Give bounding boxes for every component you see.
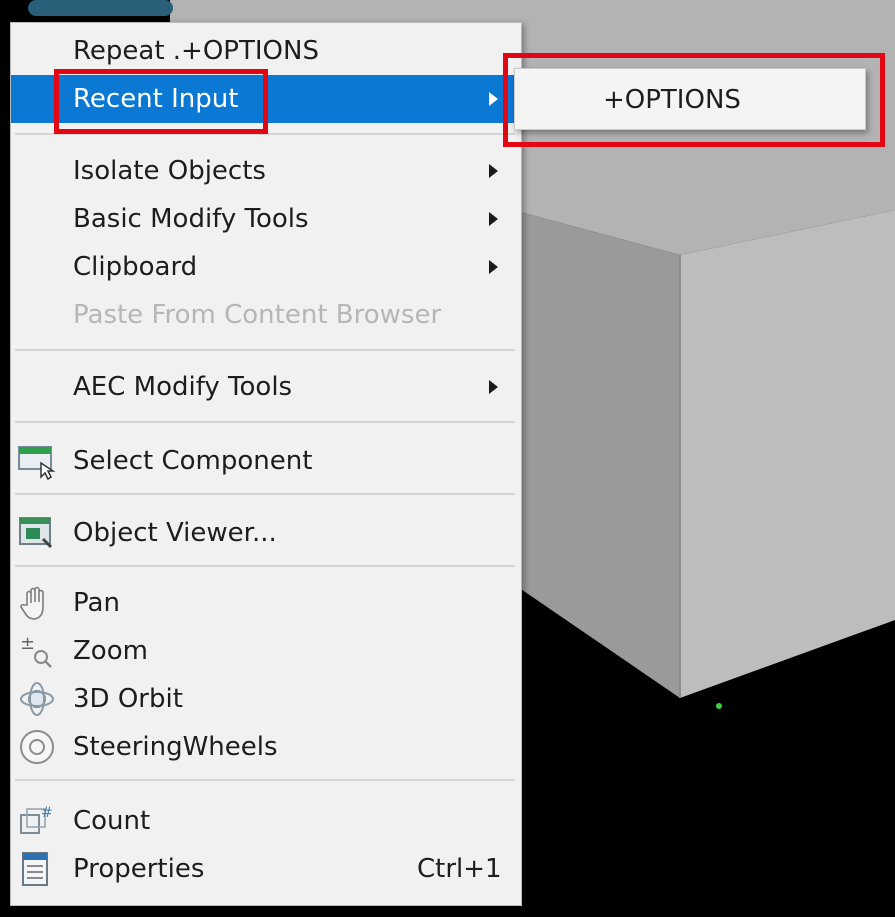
- select-component-icon: [17, 441, 57, 481]
- orbit-icon: [17, 679, 57, 719]
- menu-separator: [15, 493, 515, 495]
- properties-icon: [17, 849, 57, 889]
- menu-item-repeat-label: Repeat .+OPTIONS: [73, 36, 319, 66]
- annotation-highlight-box: [503, 53, 885, 147]
- menu-item-isolate-objects-label: Isolate Objects: [73, 156, 266, 186]
- submenu-arrow-icon: [489, 212, 498, 226]
- menu-separator: [15, 565, 515, 567]
- menu-item-isolate-objects[interactable]: Isolate Objects: [11, 147, 521, 195]
- zoom-icon: ±: [17, 631, 57, 671]
- annotation-highlight-box: [54, 69, 268, 134]
- context-menu: Repeat .+OPTIONS Recent Input Isolate Ob…: [10, 22, 522, 906]
- svg-text:±: ±: [20, 633, 35, 654]
- svg-text:#: #: [41, 805, 53, 821]
- menu-item-count-label: Count: [73, 806, 151, 836]
- menu-item-steering-wheels[interactable]: SteeringWheels: [11, 723, 521, 771]
- menu-separator: [15, 421, 515, 423]
- menu-item-aec-modify-tools[interactable]: AEC Modify Tools: [11, 363, 521, 411]
- menu-item-clipboard[interactable]: Clipboard: [11, 243, 521, 291]
- menu-item-paste-from-content-browser: Paste From Content Browser: [11, 291, 521, 339]
- hand-pan-icon: [17, 583, 57, 623]
- menu-item-select-component[interactable]: Select Component: [11, 437, 521, 485]
- menu-item-zoom-label: Zoom: [73, 636, 148, 666]
- menu-item-properties-label: Properties: [73, 854, 205, 884]
- menu-separator: [15, 349, 515, 351]
- menu-item-repeat[interactable]: Repeat .+OPTIONS: [11, 27, 521, 75]
- menu-item-clipboard-label: Clipboard: [73, 252, 198, 282]
- submenu-arrow-icon: [489, 92, 498, 106]
- menu-item-basic-modify-tools[interactable]: Basic Modify Tools: [11, 195, 521, 243]
- menu-item-basic-modify-tools-label: Basic Modify Tools: [73, 204, 309, 234]
- submenu-arrow-icon: [489, 164, 498, 178]
- submenu-arrow-icon: [489, 260, 498, 274]
- menu-item-pan-label: Pan: [73, 588, 120, 618]
- menu-item-count[interactable]: # Count: [11, 797, 521, 845]
- menu-item-steering-wheels-label: SteeringWheels: [73, 732, 278, 762]
- menu-item-object-viewer-label: Object Viewer...: [73, 518, 277, 548]
- menu-item-select-component-label: Select Component: [73, 446, 313, 476]
- steering-wheel-icon: [17, 727, 57, 767]
- menu-item-3d-orbit-label: 3D Orbit: [73, 684, 183, 714]
- submenu-arrow-icon: [489, 380, 498, 394]
- menu-item-paste-from-content-browser-label: Paste From Content Browser: [73, 300, 442, 330]
- menu-item-pan[interactable]: Pan: [11, 579, 521, 627]
- menu-separator: [15, 779, 515, 781]
- menu-item-properties[interactable]: Properties Ctrl+1: [11, 845, 521, 893]
- menu-item-3d-orbit[interactable]: 3D Orbit: [11, 675, 521, 723]
- menu-item-zoom[interactable]: ± Zoom: [11, 627, 521, 675]
- menu-item-aec-modify-tools-label: AEC Modify Tools: [73, 372, 293, 402]
- menu-item-object-viewer[interactable]: Object Viewer...: [11, 509, 521, 557]
- menu-item-properties-shortcut: Ctrl+1: [417, 854, 502, 884]
- count-icon: #: [17, 801, 57, 841]
- object-viewer-icon: [17, 513, 57, 553]
